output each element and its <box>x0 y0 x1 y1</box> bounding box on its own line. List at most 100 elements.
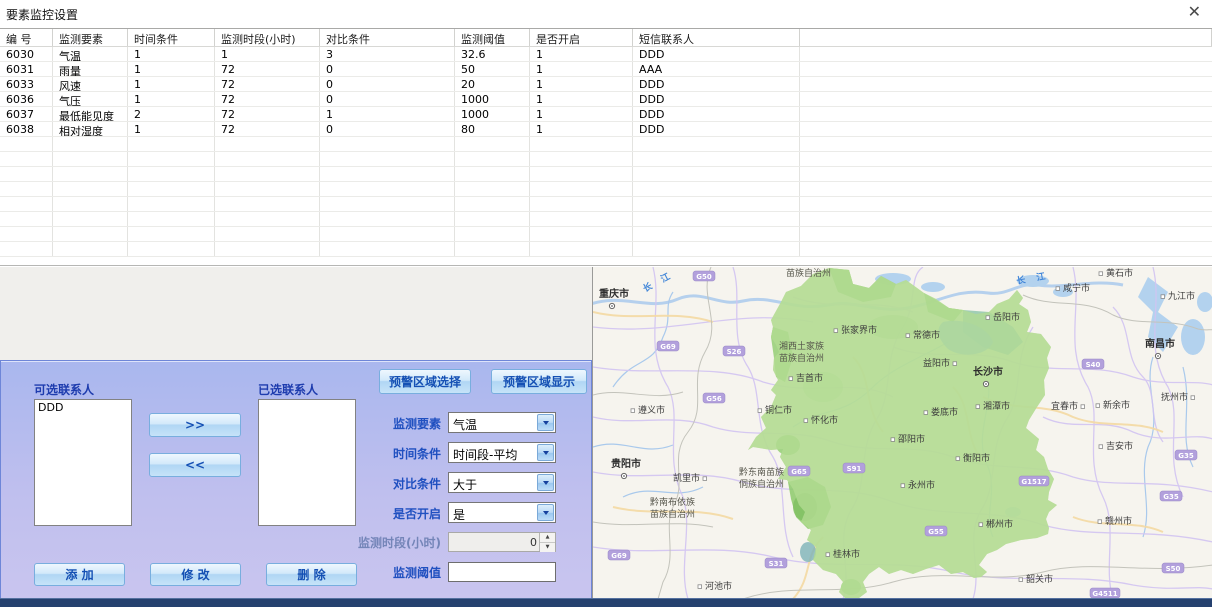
table-cell <box>0 182 53 196</box>
table-cell: DDD <box>633 122 800 136</box>
road-badge-label: S50 <box>1166 565 1181 573</box>
table-filler-cell <box>800 182 1212 196</box>
map-city-marker-icon <box>891 438 895 442</box>
table-cell: 1 <box>530 122 633 136</box>
contact-list-item[interactable]: DDD <box>35 400 131 414</box>
table-cell: 1 <box>530 77 633 91</box>
available-contacts-list[interactable]: DDD <box>34 399 132 526</box>
dropdown-arrow-icon[interactable] <box>537 414 554 431</box>
table-cell: 20 <box>455 77 530 91</box>
table-cell: 72 <box>215 62 320 76</box>
table-cell <box>215 242 320 256</box>
table-filler-cell <box>800 77 1212 91</box>
table-cell <box>215 212 320 226</box>
table-row[interactable]: 6036气压172010001DDD <box>0 92 1212 107</box>
column-header[interactable]: 监测时段(小时) <box>215 29 320 46</box>
threshold-input[interactable] <box>448 562 556 582</box>
table-cell <box>128 197 215 211</box>
close-icon[interactable]: ✕ <box>1188 2 1201 21</box>
move-left-button[interactable]: << <box>149 453 241 477</box>
map-city-marker-icon <box>1081 405 1085 409</box>
table-empty-row <box>0 227 1212 242</box>
warn-area-select-button[interactable]: 预警区域选择 <box>379 369 471 394</box>
spinner-down-icon[interactable]: ▼ <box>540 543 555 552</box>
table-cell <box>455 137 530 151</box>
column-header[interactable]: 监测要素 <box>53 29 128 46</box>
table-cell <box>633 197 800 211</box>
window-titlebar: 要素监控设置 ✕ <box>0 0 1212 27</box>
table-cell <box>53 242 128 256</box>
road-badge-label: G55 <box>928 528 944 536</box>
table-empty-row <box>0 242 1212 257</box>
enabled-select[interactable]: 是 <box>448 502 556 523</box>
table-cell <box>633 152 800 166</box>
column-header[interactable]: 短信联系人 <box>633 29 800 46</box>
table-cell: 1 <box>530 107 633 121</box>
road-badge-label: S26 <box>727 348 742 356</box>
table-cell <box>215 227 320 241</box>
table-row[interactable]: 6033风速1720201DDD <box>0 77 1212 92</box>
table-cell <box>633 137 800 151</box>
road-badge-label: S40 <box>1086 361 1101 369</box>
table-cell: 1000 <box>455 92 530 106</box>
table-cell <box>530 152 633 166</box>
map-city-label: 遵义市 <box>638 404 665 416</box>
column-header[interactable]: 监测阈值 <box>455 29 530 46</box>
map-container[interactable]: G50G69S26G56G69S31G65S91G55S40G1517G35G3… <box>592 267 1212 598</box>
table-cell <box>128 242 215 256</box>
table-cell <box>530 182 633 196</box>
table-cell <box>320 182 455 196</box>
column-header[interactable]: 时间条件 <box>128 29 215 46</box>
dropdown-arrow-icon[interactable] <box>537 504 554 521</box>
period-spinner[interactable]: 0 ▲ ▼ <box>448 532 556 552</box>
table-row[interactable]: 6038相对湿度1720801DDD <box>0 122 1212 137</box>
dropdown-arrow-icon[interactable] <box>537 474 554 491</box>
table-cell <box>128 152 215 166</box>
period-label: 监测时段(小时) <box>331 534 441 551</box>
road-badge-label: G50 <box>696 273 712 281</box>
column-header[interactable]: 编 号 <box>0 29 53 46</box>
table-cell <box>455 152 530 166</box>
map-city-marker-icon <box>1019 578 1023 582</box>
move-right-button[interactable]: >> <box>149 413 241 437</box>
column-header[interactable]: 是否开启 <box>530 29 633 46</box>
map-city-label: 吉安市 <box>1106 440 1133 452</box>
add-button[interactable]: 添 加 <box>34 563 125 586</box>
map-city-label: 抚州市 <box>1161 391 1188 403</box>
settings-panel: 可选联系人 已选联系人 DDD >> << 预警区域选择 预警区域显示 监测要素… <box>0 360 592 598</box>
map-city-marker-icon <box>631 409 635 413</box>
table-cell <box>0 212 53 226</box>
map-city-marker-icon <box>703 477 707 481</box>
table-cell: 6030 <box>0 47 53 61</box>
table-row[interactable]: 6030气温11332.61DDD <box>0 47 1212 62</box>
table-cell: 6031 <box>0 62 53 76</box>
table-row[interactable]: 6037最低能见度272110001DDD <box>0 107 1212 122</box>
map-city-marker-icon <box>924 411 928 415</box>
table-cell: 1 <box>128 77 215 91</box>
table-cell <box>320 242 455 256</box>
modify-button[interactable]: 修 改 <box>150 563 241 586</box>
table-cell <box>215 197 320 211</box>
table-row[interactable]: 6031雨量1720501AAA <box>0 62 1212 77</box>
time-condition-select[interactable]: 时间段-平均 <box>448 442 556 463</box>
dropdown-arrow-icon[interactable] <box>537 444 554 461</box>
table-cell: 1 <box>215 47 320 61</box>
map-area-label: 侗族自治州 <box>739 478 784 490</box>
table-cell: 气压 <box>53 92 128 106</box>
table-cell <box>0 167 53 181</box>
map-area-label: 黔南布依族 <box>650 496 695 508</box>
table-cell <box>128 182 215 196</box>
map-city-label: 永州市 <box>908 479 935 491</box>
compare-condition-select[interactable]: 大于 <box>448 472 556 493</box>
map-area-label: 黔东南苗族 <box>739 466 784 478</box>
column-header[interactable]: 对比条件 <box>320 29 455 46</box>
delete-button[interactable]: 删 除 <box>266 563 357 586</box>
table-filler-cell <box>800 242 1212 256</box>
map-city-label: 黄石市 <box>1106 267 1133 279</box>
element-select[interactable]: 气温 <box>448 412 556 433</box>
map-city-label: 吉首市 <box>796 372 823 384</box>
spinner-up-icon[interactable]: ▲ <box>540 533 555 543</box>
table-filler-cell <box>800 92 1212 106</box>
map-city-marker-icon <box>953 362 957 366</box>
warn-area-display-button[interactable]: 预警区域显示 <box>491 369 587 394</box>
